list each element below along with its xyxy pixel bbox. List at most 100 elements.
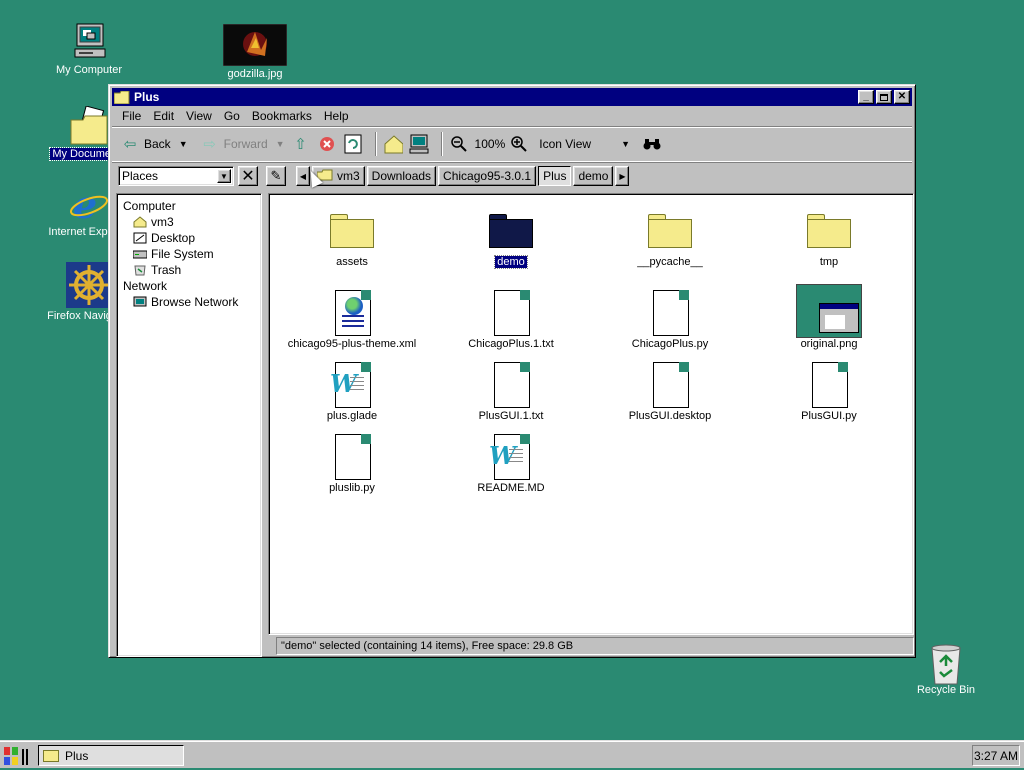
- sidebar-group-computer: Computer: [123, 199, 176, 213]
- reload-icon: [343, 134, 363, 154]
- text-document-icon: [653, 362, 689, 408]
- navigator-wheel-icon: [66, 262, 112, 308]
- toolbar-separator: [374, 132, 377, 156]
- back-history-dropdown[interactable]: ▼: [179, 139, 188, 149]
- desktop-icon-godzilla[interactable]: godzilla.jpg: [210, 23, 300, 80]
- home-button[interactable]: [383, 134, 403, 154]
- sidebar-item-file-system[interactable]: File System: [123, 246, 255, 262]
- windows-logo-icon: [4, 747, 28, 765]
- trash-icon: [133, 264, 147, 277]
- file-view: assets demo __pycache__ tmp chicago95-pl…: [268, 193, 914, 635]
- sidebar-item-desktop[interactable]: Desktop: [123, 230, 255, 246]
- view-mode-select[interactable]: Icon View ▼: [535, 137, 630, 151]
- stop-icon: [317, 134, 337, 154]
- zoom-in-icon: [509, 134, 529, 154]
- text-document-icon: [812, 362, 848, 408]
- file-item-plus-glade[interactable]: W plus.glade: [277, 360, 427, 422]
- file-item-tmp[interactable]: tmp: [754, 206, 904, 268]
- search-button[interactable]: [642, 134, 662, 154]
- menu-view[interactable]: View: [180, 109, 218, 123]
- sidebar-item-browse-network[interactable]: Browse Network: [123, 294, 255, 310]
- computer-icon: [409, 134, 429, 154]
- file-item-theme-xml[interactable]: chicago95-plus-theme.xml: [277, 288, 427, 350]
- menu-bar: File Edit View Go Bookmarks Help: [112, 106, 912, 126]
- folder-icon: [648, 214, 692, 248]
- close-icon: ✕: [897, 91, 907, 102]
- folder-icon: [114, 90, 130, 104]
- places-select[interactable]: Places ▼: [118, 166, 234, 186]
- pencil-edit-button[interactable]: ✎: [266, 166, 286, 186]
- back-button[interactable]: ⇦ Back ▼: [120, 134, 188, 154]
- forward-history-dropdown[interactable]: ▼: [276, 139, 285, 149]
- status-bar: "demo" selected (containing 14 items), F…: [276, 637, 914, 655]
- sidebar-tree: Computer vm3 Desktop File System Trash N…: [116, 193, 262, 657]
- folder-icon: [489, 214, 533, 248]
- internet-explorer-icon: e: [69, 182, 109, 227]
- file-item-pluslib-py[interactable]: pluslib.py: [277, 432, 427, 494]
- file-item-plusgui-txt[interactable]: PlusGUI.1.txt: [436, 360, 586, 422]
- computer-icon: [69, 22, 109, 62]
- text-document-icon: [653, 290, 689, 336]
- file-item-chicagoplus-txt[interactable]: ChicagoPlus.1.txt: [436, 288, 586, 350]
- maximize-button[interactable]: [876, 90, 892, 104]
- file-manager-window[interactable]: Plus _ ✕ File Edit View Go Bookmarks Hel…: [108, 84, 916, 658]
- text-document-icon: [335, 434, 371, 480]
- breadcrumb-plus[interactable]: Plus: [538, 166, 572, 186]
- recycle-bin-icon: [926, 642, 966, 685]
- minimize-icon: _: [863, 91, 869, 102]
- file-item-chicagoplus-py[interactable]: ChicagoPlus.py: [595, 288, 745, 350]
- menu-go[interactable]: Go: [218, 109, 246, 123]
- breadcrumb-downloads[interactable]: Downloads: [366, 166, 437, 186]
- network-icon: [133, 296, 147, 309]
- taskbar-item-plus[interactable]: Plus: [38, 745, 184, 766]
- desktop-icon-my-computer[interactable]: My Computer: [44, 22, 134, 76]
- computer-button[interactable]: [409, 134, 429, 154]
- forward-arrow-icon: ⇨: [203, 136, 216, 153]
- desktop-icon-label: godzilla.jpg: [227, 68, 283, 80]
- close-sidebar-button[interactable]: ✕: [238, 166, 258, 186]
- folder-icon: [43, 749, 59, 762]
- forward-button[interactable]: ⇨ Forward ▼: [200, 134, 285, 154]
- stop-button[interactable]: [317, 134, 337, 154]
- minimize-button[interactable]: _: [858, 90, 874, 104]
- folder-icon: [807, 214, 851, 248]
- start-button[interactable]: [2, 745, 32, 767]
- chevron-right-icon: ▶: [619, 171, 626, 181]
- breadcrumb-chicago95[interactable]: Chicago95-3.0.1: [438, 166, 537, 186]
- up-button[interactable]: ⇧: [291, 134, 311, 154]
- file-item-demo[interactable]: demo: [436, 206, 586, 269]
- sidebar-item-vm3[interactable]: vm3: [123, 214, 255, 230]
- breadcrumb-right-button[interactable]: ▶: [615, 166, 630, 186]
- up-arrow-icon: ⇧: [294, 136, 307, 153]
- zoom-out-icon: [449, 134, 469, 154]
- chevron-down-icon: ▼: [217, 169, 231, 183]
- menu-help[interactable]: Help: [318, 109, 355, 123]
- back-arrow-icon: ⇦: [123, 136, 137, 153]
- zoom-in-button[interactable]: [509, 134, 529, 154]
- menu-bookmarks[interactable]: Bookmarks: [246, 109, 318, 123]
- documents-folder-icon: [69, 105, 109, 146]
- file-item-assets[interactable]: assets: [277, 206, 427, 268]
- breadcrumb-demo[interactable]: demo: [573, 166, 614, 186]
- zoom-out-button[interactable]: [449, 134, 469, 154]
- word-document-icon: W: [489, 434, 530, 480]
- reload-button[interactable]: [343, 134, 363, 154]
- file-item-original-png[interactable]: original.png: [754, 284, 904, 350]
- file-item-plusgui-desktop[interactable]: PlusGUI.desktop: [595, 360, 745, 422]
- zoom-level[interactable]: 100%: [475, 137, 506, 151]
- menu-edit[interactable]: Edit: [147, 109, 180, 123]
- word-document-icon: W: [330, 362, 371, 408]
- file-item-plusgui-py[interactable]: PlusGUI.py: [754, 360, 904, 422]
- menu-file[interactable]: File: [116, 109, 147, 123]
- image-icon: [222, 23, 288, 67]
- text-document-icon: [494, 362, 530, 408]
- close-button[interactable]: ✕: [894, 90, 910, 104]
- file-item-readme[interactable]: W README.MD: [436, 432, 586, 494]
- text-document-icon: [494, 290, 530, 336]
- image-thumbnail-icon: [796, 284, 862, 338]
- file-item-pycache[interactable]: __pycache__: [595, 206, 745, 268]
- sidebar-item-trash[interactable]: Trash: [123, 262, 255, 278]
- main-toolbar: ⇦ Back ▼ ⇨ Forward ▼ ⇧ 100% Icon View ▼: [112, 126, 912, 162]
- chevron-down-icon: ▼: [621, 139, 630, 149]
- window-titlebar[interactable]: Plus _ ✕: [112, 88, 912, 106]
